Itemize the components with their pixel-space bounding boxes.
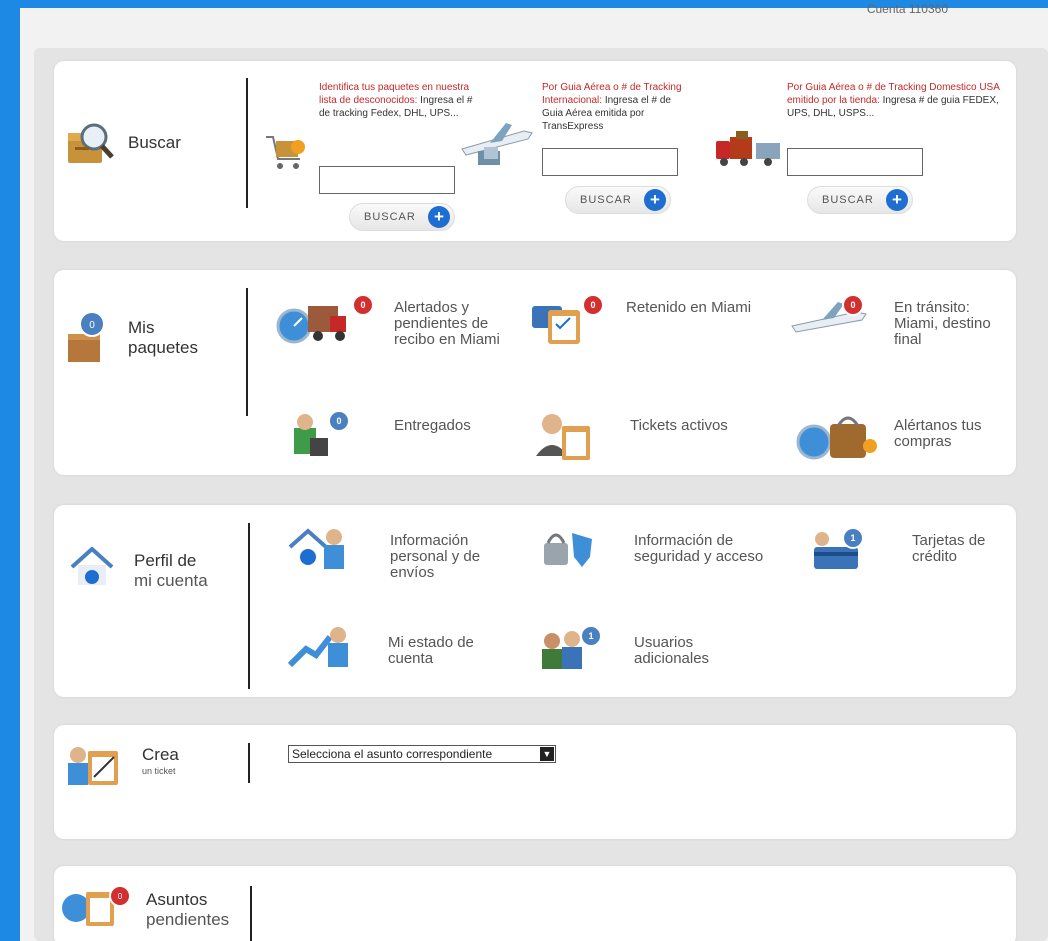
count-badge: 0 <box>842 294 864 316</box>
count-badge: 0 <box>582 294 604 316</box>
svg-text:0: 0 <box>118 892 123 901</box>
plus-icon: + <box>886 189 908 211</box>
search-instruction: Por Guia Aérea o # de Tracking Internaci… <box>542 82 682 132</box>
ticket-create-icon <box>64 743 124 792</box>
crea-ticket-panel: Crea un ticket Selecciona el asunto corr… <box>54 725 1016 839</box>
dashboard-canvas: Buscar Identifica tus paquetes en nuestr… <box>34 48 1048 941</box>
buscar-panel: Buscar Identifica tus paquetes en nuestr… <box>54 61 1016 241</box>
stopwatch-truck-icon <box>276 306 346 344</box>
package-badge-icon: 0 <box>66 310 110 373</box>
page: Cuenta 110360 Buscar Identifica tus paqu… <box>20 2 1048 941</box>
asunto-select[interactable]: Selecciona el asunto correspondiente ▼ <box>288 745 556 763</box>
item-label: Mi estado de cuenta <box>388 634 474 667</box>
truck-delivery-icon <box>714 129 784 174</box>
support-ticket-icon <box>536 414 590 460</box>
perfil-title: Perfil de mi cuenta <box>134 551 208 590</box>
buscar-button-international[interactable]: BUSCAR + <box>565 186 671 214</box>
house-person-icon <box>288 528 344 569</box>
perfil-item-usuarios[interactable]: 1 Usuarios adicionales <box>538 623 778 685</box>
chevron-down-icon: ▼ <box>540 747 554 761</box>
cart-box-icon <box>264 129 308 178</box>
section-divider <box>248 523 250 689</box>
perfil-item-personal[interactable]: Información personal y de envíos <box>288 525 518 595</box>
buscar-title: Buscar <box>128 133 181 152</box>
buscar-button-domestic[interactable]: BUSCAR + <box>807 186 913 214</box>
paquetes-item-tickets[interactable]: Tickets activos <box>532 408 762 470</box>
section-divider <box>246 288 248 416</box>
item-label: Alertados y pendientes de recibo en Miam… <box>394 299 500 348</box>
search-package-icon <box>66 119 114 172</box>
section-divider <box>246 78 248 208</box>
perfil-item-estado[interactable]: Mi estado de cuenta <box>288 623 508 685</box>
item-label: Información de seguridad y acceso <box>634 532 764 565</box>
lock-shield-icon <box>544 533 592 567</box>
count-badge: 0 <box>328 410 350 432</box>
account-statement-icon <box>288 627 348 668</box>
paquetes-item-entregados[interactable]: 0 Entregados <box>286 408 496 470</box>
tracking-input-international[interactable] <box>542 148 678 176</box>
item-label: Usuarios adicionales <box>634 634 710 667</box>
house-info-icon <box>70 546 114 592</box>
account-number: Cuenta 110360 <box>866 2 948 16</box>
paquetes-item-transito[interactable]: 0 En tránsito: Miami, destino final <box>790 292 1012 372</box>
count-badge: 1 <box>580 625 602 647</box>
tracking-input-unknown[interactable] <box>319 166 455 194</box>
search-instruction: Por Guia Aérea o # de Tracking Domestico… <box>787 82 1000 119</box>
buscar-button-unknown[interactable]: BUSCAR + <box>349 203 455 231</box>
item-label: Alértanos tus compras <box>894 417 982 450</box>
mis-paquetes-title: Mis paquetes <box>128 318 198 357</box>
paquetes-item-alertanos[interactable]: Alértanos tus compras <box>792 408 1012 470</box>
alert-bag-icon <box>796 416 877 460</box>
section-divider <box>250 886 252 941</box>
count-badge: 1 <box>842 527 864 549</box>
item-label: Tarjetas de crédito <box>912 532 986 565</box>
asuntos-title: Asuntos pendientes <box>146 890 230 929</box>
pending-issues-icon: 0 <box>60 882 131 937</box>
perfil-item-seguridad[interactable]: Información de seguridad y acceso <box>540 525 790 595</box>
tracking-input-domestic[interactable] <box>787 148 923 176</box>
item-label: Tickets activos <box>630 417 728 434</box>
item-label: Retenido en Miami <box>626 299 752 316</box>
plus-icon: + <box>428 206 450 228</box>
section-divider <box>248 743 250 783</box>
svg-text:0: 0 <box>89 320 95 331</box>
airplane-package-icon <box>458 119 538 174</box>
perfil-panel: Perfil de mi cuenta Información personal … <box>54 505 1016 697</box>
crea-title: Crea un ticket <box>142 745 179 776</box>
item-label: Información personal y de envíos <box>390 532 481 581</box>
paquetes-item-retenido[interactable]: 0 Retenido en Miami <box>528 292 778 372</box>
item-label: Entregados <box>394 417 471 434</box>
search-instruction: Identifica tus paquetes en nuestra lista… <box>319 82 473 119</box>
mis-paquetes-panel: 0 Mis paquetes 0 Alertados y pendientes d… <box>54 270 1016 475</box>
plus-icon: + <box>644 189 666 211</box>
paquetes-item-alertados[interactable]: 0 Alertados y pendientes de recibo en Mi… <box>274 292 524 372</box>
item-label: En tránsito: Miami, destino final <box>894 299 991 348</box>
perfil-item-tarjetas[interactable]: 1 Tarjetas de crédito <box>808 525 1012 595</box>
count-badge: 0 <box>352 294 374 316</box>
card-clipboard-icon <box>532 306 580 344</box>
asuntos-pendientes-panel: 0 Asuntos pendientes <box>54 866 1016 941</box>
